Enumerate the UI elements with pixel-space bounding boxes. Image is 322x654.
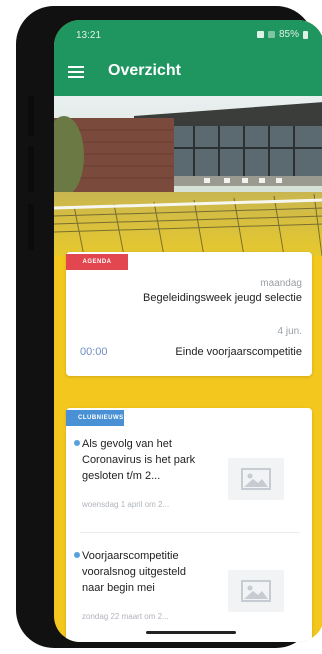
home-indicator[interactable]: [146, 631, 236, 634]
news-item-text: Voorjaarscompetitie vooralsnog uitgestel…: [82, 550, 186, 594]
news-item-meta: zondag 22 maart om 2...: [82, 612, 169, 621]
app-bar: Overzicht: [54, 48, 322, 96]
hero-image: [54, 96, 322, 256]
agenda-item-title: Begeleidingsweek jeugd selectie: [143, 292, 302, 304]
agenda-item-title: Einde voorjaarscompetitie: [175, 346, 302, 358]
news-item-text: Als gevolg van het Coronavirus is het pa…: [82, 438, 196, 482]
menu-icon[interactable]: [68, 66, 84, 78]
page-title: Overzicht: [108, 62, 181, 79]
news-card: CLUBNIEUWS Als gevolg van het Coronaviru…: [66, 408, 312, 642]
news-item-meta: woensdag 1 april om 2...: [82, 500, 170, 509]
volume-button: [28, 96, 34, 136]
bullet-icon: [74, 552, 80, 558]
divider: [80, 532, 300, 533]
agenda-item-day: maandag: [260, 278, 302, 289]
news-item[interactable]: Voorjaarscompetitie vooralsnog uitgestel…: [66, 548, 312, 632]
power-button: [28, 204, 34, 250]
status-bar: 13:21 85%: [54, 20, 322, 48]
status-indicators: 85%: [256, 29, 308, 40]
phone-frame: 13:21 85% Overzicht AGENDA maandag Begel…: [16, 6, 322, 648]
image-placeholder-icon: [228, 570, 284, 612]
battery-level: 85%: [278, 29, 299, 40]
news-item[interactable]: Als gevolg van het Coronavirus is het pa…: [66, 436, 312, 520]
bullet-icon: [74, 440, 80, 446]
signal-icon: [267, 31, 275, 38]
agenda-badge: AGENDA: [66, 254, 128, 270]
screen: 13:21 85% Overzicht AGENDA maandag Begel…: [54, 20, 322, 642]
battery-icon: [303, 30, 308, 39]
image-placeholder-icon: [228, 458, 284, 500]
status-time: 13:21: [76, 30, 102, 41]
news-badge: CLUBNIEUWS: [66, 410, 124, 426]
agenda-item-time: 00:00: [80, 346, 108, 358]
agenda-item-day: 4 jun.: [277, 326, 302, 337]
notification-icon: [256, 31, 264, 38]
volume-button: [28, 146, 34, 192]
agenda-card[interactable]: AGENDA maandag Begeleidingsweek jeugd se…: [66, 252, 312, 376]
